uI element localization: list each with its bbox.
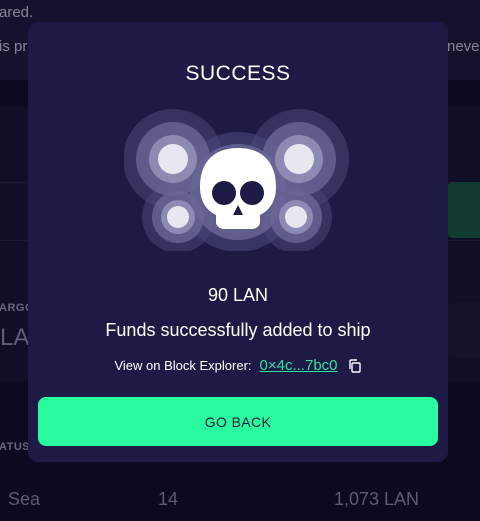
success-message: Funds successfully added to ship: [105, 320, 371, 340]
copy-icon[interactable]: [348, 358, 362, 373]
page: ared. is pr neve ARGO LA ATUS Sea 14 1,0…: [0, 0, 480, 521]
transaction-hash-link[interactable]: 0×4c...7bc0: [260, 357, 338, 374]
block-explorer-row: View on Block Explorer: 0×4c...7bc0: [28, 357, 448, 374]
funds-amount: 90 LAN: [207, 285, 269, 305]
success-modal: SUCCESS 90 LAN Funds successfully added …: [28, 22, 448, 462]
skull-icon: [123, 91, 352, 253]
go-back-button[interactable]: GO BACK: [38, 397, 438, 446]
modal-title: SUCCESS: [185, 62, 291, 85]
block-explorer-label: View on Block Explorer:: [114, 358, 252, 373]
